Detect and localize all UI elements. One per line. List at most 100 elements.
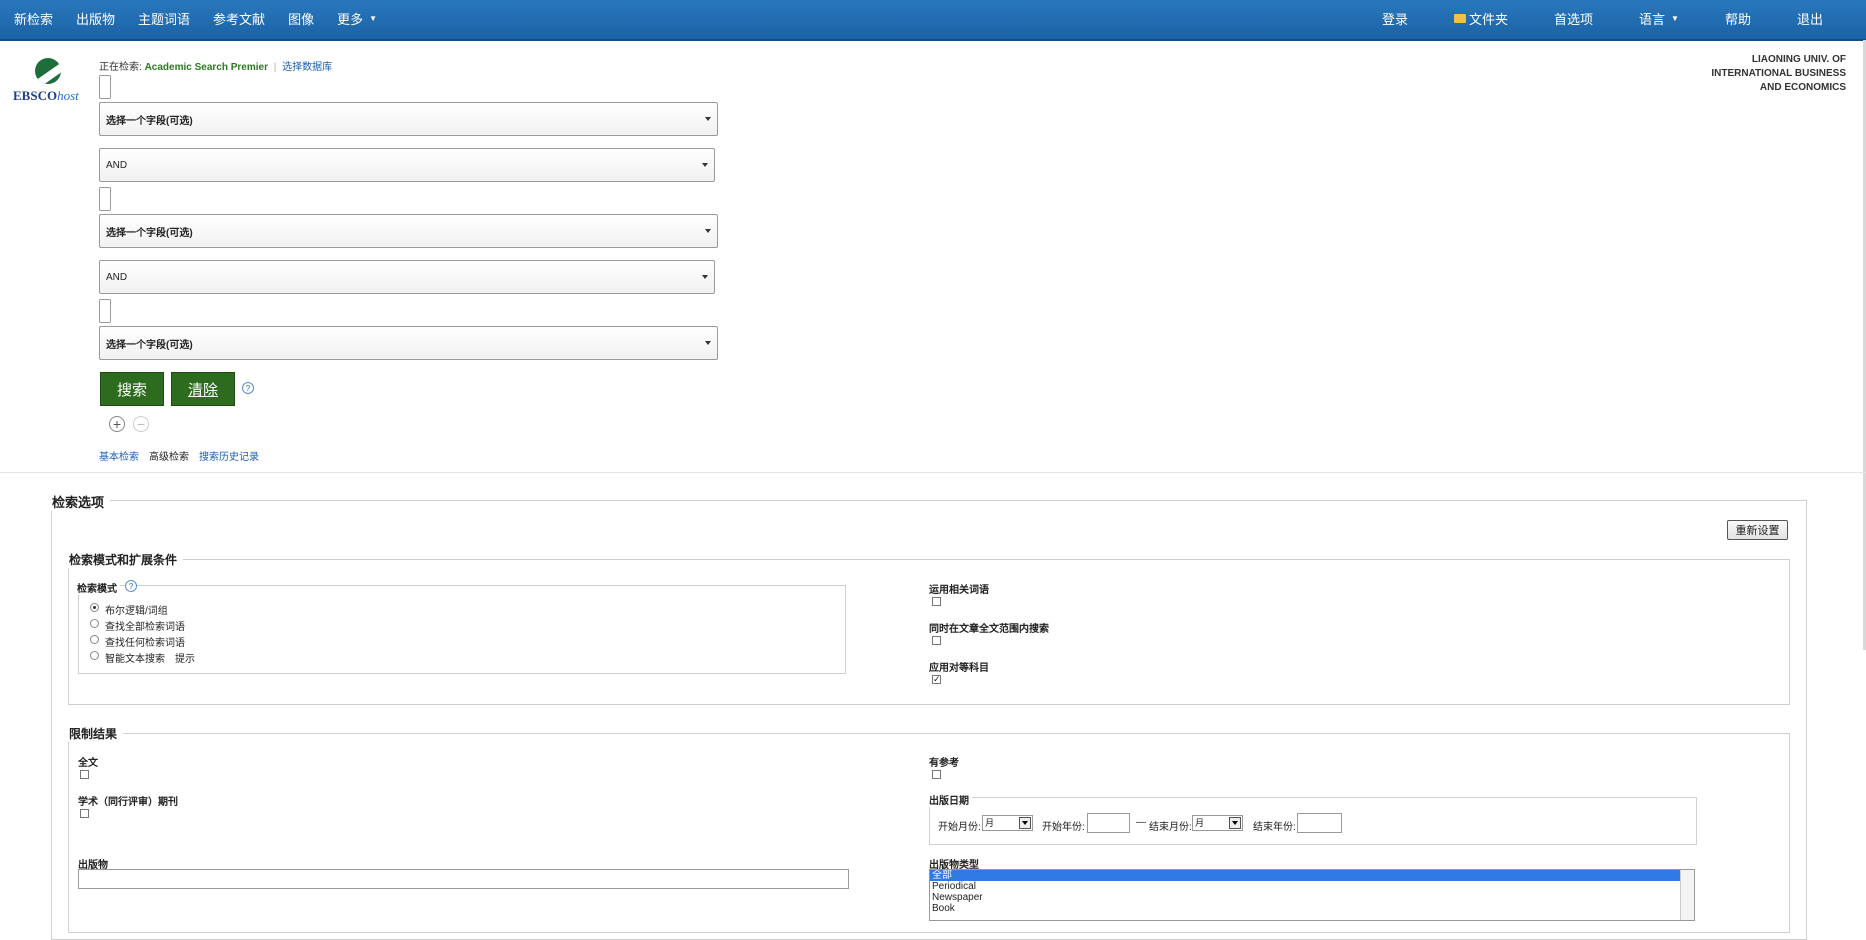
search-term-input-3[interactable] xyxy=(99,299,111,323)
caret-down-icon: ▼ xyxy=(1671,13,1679,23)
institution-line: LIAONING UNIV. OF xyxy=(1751,54,1846,65)
search-modes-title: 检索模式和扩展条件 xyxy=(67,551,184,568)
chevron-down-icon xyxy=(705,229,711,233)
end-month-select[interactable]: 月 xyxy=(1192,815,1243,831)
nav-left: 新检索 出版物 主题词语 参考文献 图像 更多 ▼ xyxy=(14,0,400,36)
hint-link[interactable]: 提示 xyxy=(175,650,195,665)
nav-language-label: 语言 xyxy=(1639,11,1666,27)
search-mode-label: 检索模式 xyxy=(77,580,120,595)
radio-boolean-phrase[interactable] xyxy=(90,603,99,612)
listbox-scrollbar[interactable] xyxy=(1680,870,1694,920)
nav-more-label: 更多 xyxy=(337,11,364,27)
nav-exit[interactable]: 退出 xyxy=(1797,9,1823,28)
mode-help-icon[interactable]: ? xyxy=(125,580,137,592)
clear-button[interactable]: 清除 xyxy=(171,372,235,406)
institution-name: LIAONING UNIV. OF INTERNATIONAL BUSINESS… xyxy=(1711,53,1846,95)
fulltext-label: 全文 xyxy=(78,758,98,769)
nav-subject-terms[interactable]: 主题词语 xyxy=(138,9,190,28)
field-select-2[interactable]: 选择一个字段(可选) xyxy=(99,214,718,248)
reset-button[interactable]: 重新设置 xyxy=(1727,520,1788,540)
top-navigation-bar: 新检索 出版物 主题词语 参考文献 图像 更多 ▼ 登录 文件夹 首选项 语言 ▼ … xyxy=(0,0,1866,41)
nav-sign-in[interactable]: 登录 xyxy=(1382,9,1408,28)
logo-globe-icon xyxy=(35,58,61,84)
pubtype-option[interactable]: Book xyxy=(930,903,1694,914)
field-select-3[interactable]: 选择一个字段(可选) xyxy=(99,326,718,360)
fulltext-checkbox[interactable] xyxy=(80,770,89,779)
start-year-input[interactable] xyxy=(1087,813,1130,833)
nav-more[interactable]: 更多 ▼ xyxy=(337,9,377,28)
nav-language[interactable]: 语言 ▼ xyxy=(1639,9,1679,28)
equivalent-subjects-label: 应用对等科目 xyxy=(929,663,989,674)
nav-right: 登录 文件夹 首选项 语言 ▼ 帮助 退出 xyxy=(1359,0,1846,36)
related-words-checkbox[interactable] xyxy=(932,597,941,606)
chevron-down-icon xyxy=(705,341,711,345)
date-dash: — xyxy=(1136,817,1146,828)
start-year-label: 开始年份: xyxy=(1042,822,1085,833)
advanced-search-label: 高级检索 xyxy=(149,452,189,463)
boolean-select-label: AND xyxy=(106,159,128,171)
end-month-value: 月 xyxy=(1195,818,1205,828)
pubtype-listbox[interactable]: 全部 Periodical Newspaper Book xyxy=(929,869,1695,921)
chevron-down-icon xyxy=(702,275,708,279)
start-month-value: 月 xyxy=(985,818,995,828)
chevron-down-icon xyxy=(705,117,711,121)
nav-folder[interactable]: 文件夹 xyxy=(1454,9,1508,28)
database-line: 正在检索: Academic Search Premier | 选择数据库 xyxy=(99,58,332,73)
scholarly-checkbox[interactable] xyxy=(80,809,89,818)
radio-find-all[interactable] xyxy=(90,619,99,628)
pubtype-option[interactable]: Newspaper xyxy=(930,892,1694,903)
search-button[interactable]: 搜索 xyxy=(100,372,164,406)
choose-databases-link[interactable]: 选择数据库 xyxy=(282,62,332,73)
search-history-link[interactable]: 搜索历史记录 xyxy=(199,448,259,463)
pubtype-option[interactable]: Periodical xyxy=(930,881,1694,892)
fulltext-search-checkbox[interactable] xyxy=(932,636,941,645)
field-select-1[interactable]: 选择一个字段(可选) xyxy=(99,102,718,136)
institution-line: INTERNATIONAL BUSINESS xyxy=(1711,68,1846,79)
end-month-label: 结束月份: xyxy=(1149,822,1192,833)
logo-text: EBSCOhost xyxy=(13,88,79,103)
add-row-icon[interactable]: + xyxy=(109,416,125,432)
nav-images[interactable]: 图像 xyxy=(288,9,314,28)
caret-down-icon: ▼ xyxy=(369,13,378,23)
radio-label: 智能文本搜索 xyxy=(105,654,165,665)
boolean-select-1[interactable]: AND xyxy=(99,148,715,182)
remove-row-icon[interactable]: − xyxy=(133,416,149,432)
nav-publications[interactable]: 出版物 xyxy=(76,9,115,28)
nav-help[interactable]: 帮助 xyxy=(1725,9,1751,28)
ebscohost-logo[interactable]: EBSCOhost xyxy=(13,58,85,110)
nav-preferences[interactable]: 首选项 xyxy=(1554,9,1593,28)
radio-label: 查找任何检索词语 xyxy=(105,638,185,649)
boolean-select-label: AND xyxy=(106,271,128,283)
references-checkbox[interactable] xyxy=(932,770,941,779)
dropdown-arrow-icon xyxy=(1019,817,1031,829)
fulltext-search-label: 同时在文章全文范围内搜索 xyxy=(929,624,1049,635)
end-year-input[interactable] xyxy=(1297,813,1342,833)
search-options-title: 检索选项 xyxy=(50,492,111,511)
radio-label: 查找全部检索词语 xyxy=(105,622,185,633)
chevron-down-icon xyxy=(702,163,708,167)
nav-folder-label: 文件夹 xyxy=(1469,11,1509,27)
folder-icon xyxy=(1454,13,1466,23)
separator: | xyxy=(273,62,277,73)
publication-input[interactable] xyxy=(78,869,849,889)
equivalent-subjects-checkbox[interactable]: ✓ xyxy=(932,675,941,684)
search-help-icon[interactable]: ? xyxy=(242,382,254,394)
search-mode-links: 基本检索 高级检索 搜索历史记录 xyxy=(99,448,259,463)
scholarly-label: 学术（同行评审）期刊 xyxy=(78,797,178,808)
limit-results-title: 限制结果 xyxy=(67,725,124,742)
search-term-input-2[interactable] xyxy=(99,187,111,211)
nav-new-search[interactable]: 新检索 xyxy=(14,9,53,28)
radio-label: 布尔逻辑/词组 xyxy=(105,606,168,617)
pubdate-label: 出版日期 xyxy=(929,792,972,807)
field-select-label: 选择一个字段(可选) xyxy=(106,115,193,127)
references-label: 有参考 xyxy=(929,758,959,769)
boolean-select-2[interactable]: AND xyxy=(99,260,715,294)
pubtype-option[interactable]: 全部 xyxy=(930,870,1694,881)
start-month-select[interactable]: 月 xyxy=(982,815,1033,831)
search-term-input-1[interactable] xyxy=(99,75,111,99)
radio-smarttext[interactable] xyxy=(90,651,99,660)
basic-search-link[interactable]: 基本检索 xyxy=(99,448,139,463)
radio-find-any[interactable] xyxy=(90,635,99,644)
nav-cited-references[interactable]: 参考文献 xyxy=(213,9,265,28)
end-year-label: 结束年份: xyxy=(1253,822,1296,833)
